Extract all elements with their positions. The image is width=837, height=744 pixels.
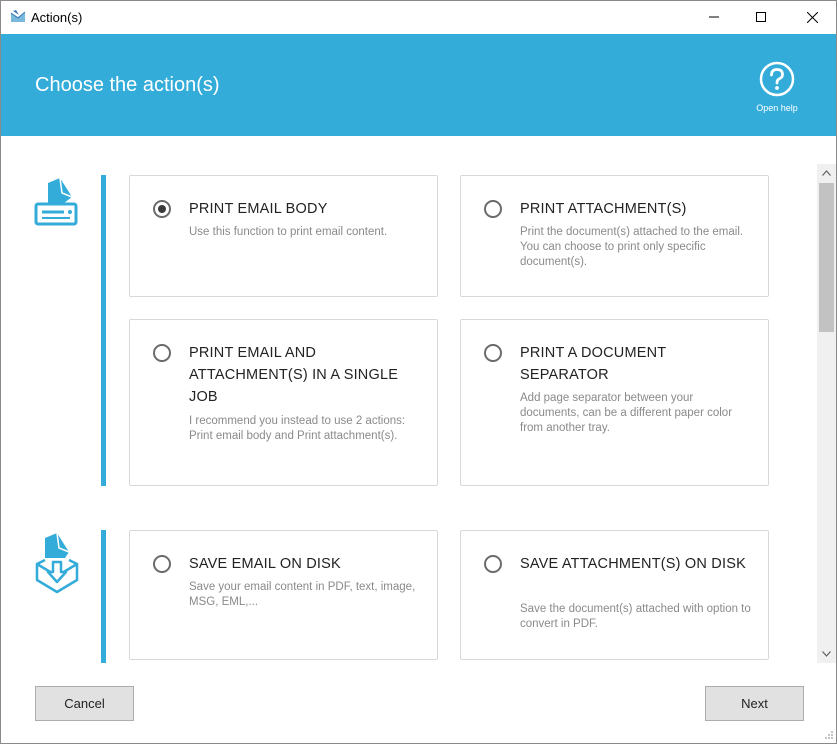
dialog-window: Action(s) Choose the action(s) Open help	[0, 0, 837, 744]
scrollbar-thumb[interactable]	[819, 183, 834, 332]
window-title: Action(s)	[31, 10, 83, 25]
printer-icon	[34, 177, 78, 226]
option-description: Use this function to print email content…	[189, 226, 388, 238]
open-help-label: Open help	[756, 103, 798, 113]
option-print-email-and-attachments[interactable]: PRINT EMAIL AND ATTACHMENT(S) IN A SINGL…	[129, 319, 438, 486]
option-description: Save the document(s) attached with optio…	[520, 603, 751, 630]
maximize-icon	[756, 12, 766, 22]
title-bar: Action(s)	[1, 1, 836, 34]
app-logo-icon	[10, 10, 26, 22]
radio-print-document-separator[interactable]	[484, 344, 502, 362]
option-description: Print the document(s) attached to the em…	[520, 226, 744, 268]
minimize-icon	[709, 16, 719, 18]
maximize-button[interactable]	[738, 1, 784, 33]
vertical-scrollbar[interactable]	[817, 164, 836, 663]
chevron-down-icon	[822, 651, 831, 657]
radio-save-email-on-disk[interactable]	[153, 555, 171, 573]
option-print-document-separator[interactable]: PRINT A DOCUMENT SEPARATOR Add page sepa…	[460, 319, 769, 486]
radio-print-email-and-attachments[interactable]	[153, 344, 171, 362]
page-title: Choose the action(s)	[35, 74, 220, 96]
radio-print-attachments[interactable]	[484, 200, 502, 218]
option-title: SAVE ATTACHMENT(S) ON DISK	[520, 556, 746, 572]
option-title: PRINT ATTACHMENT(S)	[520, 201, 687, 217]
option-title: SAVE EMAIL ON DISK	[189, 556, 341, 572]
save-group-bar	[101, 530, 106, 663]
option-print-attachments[interactable]: PRINT ATTACHMENT(S) Print the document(s…	[460, 175, 769, 297]
option-save-email-on-disk[interactable]: SAVE EMAIL ON DISK Save your email conte…	[129, 530, 438, 660]
save-to-disk-icon	[35, 532, 79, 594]
scroll-down-button[interactable]	[817, 645, 836, 663]
radio-save-attachments-on-disk[interactable]	[484, 555, 502, 573]
option-title: PRINT A DOCUMENT SEPARATOR	[520, 345, 667, 383]
print-group-bar	[101, 175, 106, 486]
next-button[interactable]: Next	[705, 686, 804, 721]
close-icon	[806, 11, 818, 23]
option-title: PRINT EMAIL BODY	[189, 201, 328, 217]
option-description: Add page separator between your document…	[520, 392, 733, 434]
option-title: PRINT EMAIL AND ATTACHMENT(S) IN A SINGL…	[189, 345, 399, 405]
actions-list: PRINT EMAIL BODY Use this function to pr…	[1, 136, 817, 663]
scroll-up-button[interactable]	[817, 164, 836, 182]
option-description: I recommend you instead to use 2 actions…	[189, 415, 406, 442]
open-help-button[interactable]: Open help	[749, 61, 805, 117]
resize-grip-icon[interactable]	[821, 729, 835, 743]
option-print-email-body[interactable]: PRINT EMAIL BODY Use this function to pr…	[129, 175, 438, 297]
header-banner: Choose the action(s) Open help	[1, 34, 836, 136]
close-button[interactable]	[789, 1, 835, 33]
option-save-attachments-on-disk[interactable]: SAVE ATTACHMENT(S) ON DISK Save the docu…	[460, 530, 769, 660]
chevron-up-icon	[822, 170, 831, 176]
cancel-button[interactable]: Cancel	[35, 686, 134, 721]
help-icon	[759, 61, 795, 97]
radio-print-email-body[interactable]	[153, 200, 171, 218]
option-description: Save your email content in PDF, text, im…	[189, 581, 416, 608]
minimize-button[interactable]	[691, 1, 737, 33]
